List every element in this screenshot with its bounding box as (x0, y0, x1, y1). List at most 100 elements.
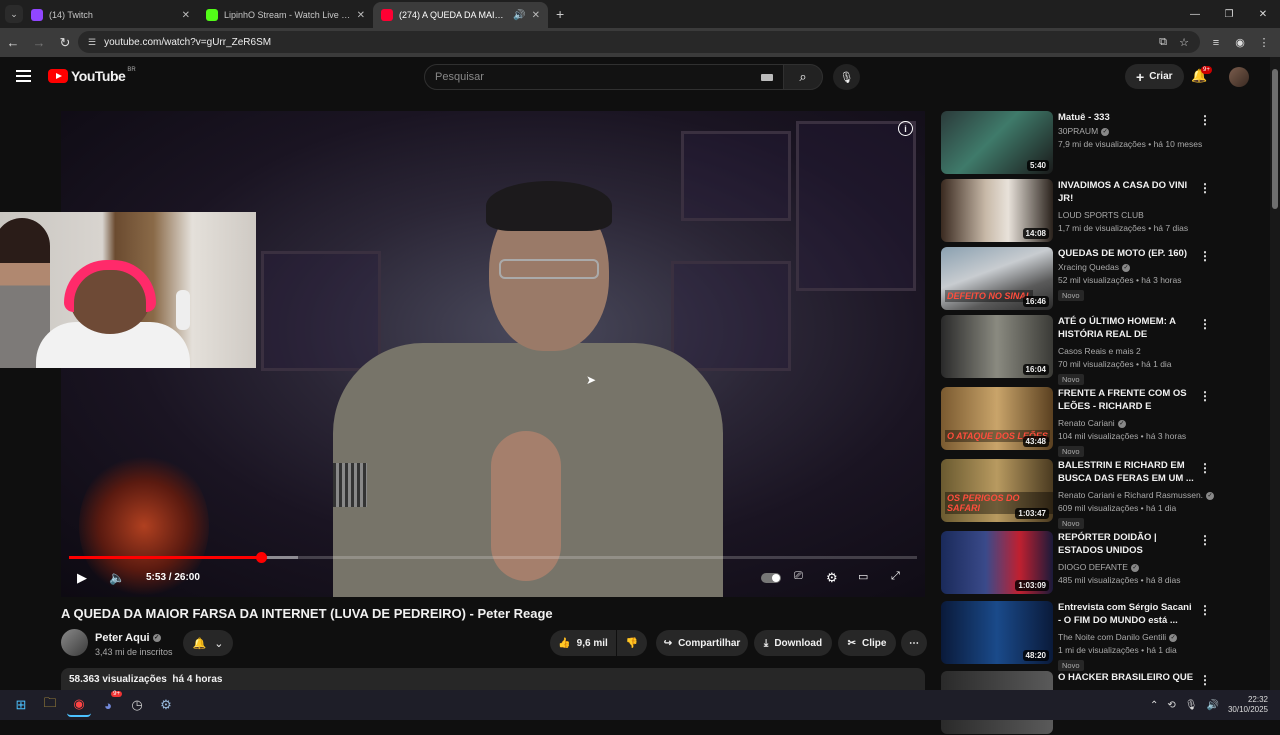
subtitles-icon[interactable]: ⎚ (794, 570, 803, 583)
account-avatar[interactable] (1229, 67, 1249, 87)
chrome-icon[interactable]: ◉ (67, 693, 91, 717)
fullscreen-icon[interactable]: ⤢ (891, 570, 900, 583)
recommended-channel[interactable]: Casos Reais e mais 2 (1058, 346, 1141, 356)
like-button[interactable]: 👍 9,6 mil (550, 630, 616, 656)
video-thumbnail[interactable]: O ATAQUE DOS LEÕES 43:48 (941, 387, 1053, 450)
channel-avatar[interactable] (61, 629, 88, 656)
more-options-icon[interactable]: ⋮ (1199, 533, 1211, 547)
youtube-logo[interactable]: YouTube BR (48, 67, 136, 84)
recommended-title[interactable]: REPÓRTER DOIDÃO | ESTADOS UNIDOS (1058, 531, 1196, 557)
more-options-icon[interactable]: ⋮ (1199, 461, 1211, 475)
dislike-button[interactable]: 👎 (617, 630, 647, 656)
subscription-bell-button[interactable]: 🔔 ⌄ (183, 630, 233, 656)
tab-search-button[interactable]: ⌄ (5, 5, 23, 23)
info-icon[interactable]: i (898, 121, 913, 136)
close-tab-icon[interactable]: ✕ (182, 10, 190, 21)
search-button[interactable]: ⌕ (783, 64, 823, 90)
keyboard-icon[interactable] (761, 74, 773, 81)
recommended-title[interactable]: Entrevista com Sérgio Sacani - O FIM DO … (1058, 601, 1196, 627)
recommended-video[interactable]: 16:04 ATÉ O ÚLTIMO HOMEM: A HISTÓRIA REAL… (941, 315, 1221, 385)
share-button[interactable]: ↪ Compartilhar (656, 630, 748, 656)
browser-tab-kick[interactable]: LipinhO Stream - Watch Live on Kick ✕ (198, 2, 373, 28)
forward-icon[interactable]: → (26, 35, 52, 50)
restore-icon[interactable]: ❐ (1212, 0, 1246, 28)
recommended-title[interactable]: ATÉ O ÚLTIMO HOMEM: A HISTÓRIA REAL DE D… (1058, 315, 1196, 341)
recommended-video[interactable]: DEFEITO NO SINAL 16:46 QUEDAS DE MOTO (EP.… (941, 247, 1221, 311)
back-icon[interactable]: ← (0, 35, 26, 50)
recommended-title[interactable]: O HACKER BRASILEIRO QUE (1058, 671, 1196, 684)
clock[interactable]: 22:32 30/10/2025 (1228, 695, 1268, 715)
hamburger-menu-icon[interactable] (16, 70, 31, 82)
bookmark-star-icon[interactable]: ☆ (1172, 36, 1196, 49)
url-field[interactable]: ☰ youtube.com/watch?v=gUrr_ZeR6SM (78, 31, 1200, 53)
site-info-icon[interactable]: ☰ (88, 37, 96, 48)
profile-icon[interactable]: ◉ (1228, 36, 1252, 49)
more-options-icon[interactable]: ⋮ (1199, 181, 1211, 195)
scrollbar-thumb[interactable] (1272, 69, 1278, 209)
more-options-icon[interactable]: ⋮ (1199, 317, 1211, 331)
play-icon[interactable]: ▶ (77, 570, 87, 586)
description-box[interactable]: 58.363 visualizações há 4 horas (61, 668, 925, 692)
video-thumbnail[interactable]: 16:04 (941, 315, 1053, 378)
reload-icon[interactable]: ↻ (52, 35, 78, 51)
recommended-channel[interactable]: The Noite com Danilo Gentili ✓ (1058, 632, 1178, 642)
reading-list-icon[interactable]: ≡ (1204, 37, 1228, 49)
discord-icon[interactable]: ◕ 9+ (96, 691, 122, 717)
recommended-video[interactable]: 1:03:09 REPÓRTER DOIDÃO | ESTADOS UNIDOS D… (941, 531, 1221, 595)
search-input[interactable]: Pesquisar (424, 64, 784, 90)
menu-kebab-icon[interactable]: ⋮ (1252, 36, 1276, 49)
theater-mode-icon[interactable]: ▭ (858, 570, 868, 583)
more-options-icon[interactable]: ⋮ (1199, 389, 1211, 403)
more-options-icon[interactable]: ⋮ (1199, 603, 1211, 617)
recommended-channel[interactable]: DIOGO DEFANTE ✓ (1058, 562, 1139, 572)
video-thumbnail[interactable]: 14:08 (941, 179, 1053, 242)
speaker-tray-icon[interactable]: 🔊 (1207, 700, 1219, 711)
recommended-title[interactable]: Matuê - 333 (1058, 111, 1196, 124)
chevron-up-icon[interactable]: ⌃ (1150, 700, 1158, 711)
more-options-icon[interactable]: ⋮ (1199, 113, 1211, 127)
speed-dial-icon[interactable]: ◷ (125, 693, 149, 717)
settings-icon[interactable]: ⚙ (154, 693, 178, 717)
recommended-video[interactable]: OS PERIGOS DO SAFARI 1:03:47 BALESTRIN E R… (941, 459, 1221, 529)
progress-scrubber[interactable] (255, 552, 267, 563)
recommended-channel[interactable]: Xracing Quedas ✓ (1058, 262, 1130, 272)
windows-start-icon[interactable]: ⊞ (9, 693, 33, 717)
recommended-channel[interactable]: LOUD SPORTS CLUB (1058, 210, 1144, 220)
recommended-title[interactable]: QUEDAS DE MOTO (EP. 160) (1058, 247, 1196, 260)
video-thumbnail[interactable]: OS PERIGOS DO SAFARI 1:03:47 (941, 459, 1053, 522)
video-thumbnail[interactable]: 1:03:09 (941, 531, 1053, 594)
new-tab-icon[interactable]: + (556, 6, 564, 22)
recommended-title[interactable]: FRENTE A FRENTE COM OS LEÕES - RICHARD E… (1058, 387, 1196, 413)
video-thumbnail[interactable]: 5:40 (941, 111, 1053, 174)
page-scrollbar[interactable] (1270, 57, 1280, 690)
minimize-icon[interactable]: — (1178, 0, 1212, 28)
browser-tab-youtube[interactable]: (274) A QUEDA DA MAIOR FARSA 🔊 ✕ (373, 2, 548, 28)
video-thumbnail[interactable]: 48:20 (941, 601, 1053, 664)
autoplay-toggle[interactable] (761, 573, 781, 583)
recommended-video[interactable]: 5:40 Matuê - 333 30PRAUM ✓ 7,9 mi de visuali… (941, 111, 1221, 175)
recommended-video[interactable]: 48:20 Entrevista com Sérgio Sacani - O FI… (941, 601, 1221, 671)
sync-icon[interactable]: ⟲ (1167, 700, 1175, 711)
more-options-icon[interactable]: ⋮ (1199, 673, 1211, 687)
close-tab-icon[interactable]: ✕ (357, 10, 365, 21)
progress-bar[interactable] (69, 552, 917, 563)
close-tab-icon[interactable]: ✕ (532, 10, 540, 21)
recommended-channel[interactable]: Renato Cariani e Richard Rasmussen. ✓ (1058, 490, 1215, 500)
channel-name[interactable]: Peter Aqui ✓ (95, 632, 161, 644)
recommended-title[interactable]: INVADIMOS A CASA DO VINI JR! (1058, 179, 1196, 205)
more-options-icon[interactable]: ⋮ (1199, 249, 1211, 263)
recommended-video[interactable]: O ATAQUE DOS LEÕES 43:48 FRENTE A FRENTE C… (941, 387, 1221, 457)
recommended-channel[interactable]: 30PRAUM ✓ (1058, 126, 1110, 136)
voice-search-button[interactable]: 🎙 (833, 64, 860, 90)
volume-icon[interactable]: 🔈 (109, 570, 125, 586)
recommended-video[interactable]: 14:08 INVADIMOS A CASA DO VINI JR! LOUD SP… (941, 179, 1221, 243)
download-button[interactable]: ⤓ Download (754, 630, 832, 656)
recommended-title[interactable]: BALESTRIN E RICHARD EM BUSCA DAS FERAS E… (1058, 459, 1196, 485)
settings-gear-icon[interactable]: ⚙ (826, 570, 838, 586)
close-window-icon[interactable]: ✕ (1246, 0, 1280, 28)
video-thumbnail[interactable]: DEFEITO NO SINAL 16:46 (941, 247, 1053, 310)
microphone-tray-icon[interactable]: 🎙 (1185, 700, 1198, 711)
create-button[interactable]: + Criar (1125, 64, 1184, 89)
file-explorer-icon[interactable]: 🗀 (38, 693, 62, 717)
browser-tab-twitch[interactable]: (14) Twitch ✕ (23, 2, 198, 28)
